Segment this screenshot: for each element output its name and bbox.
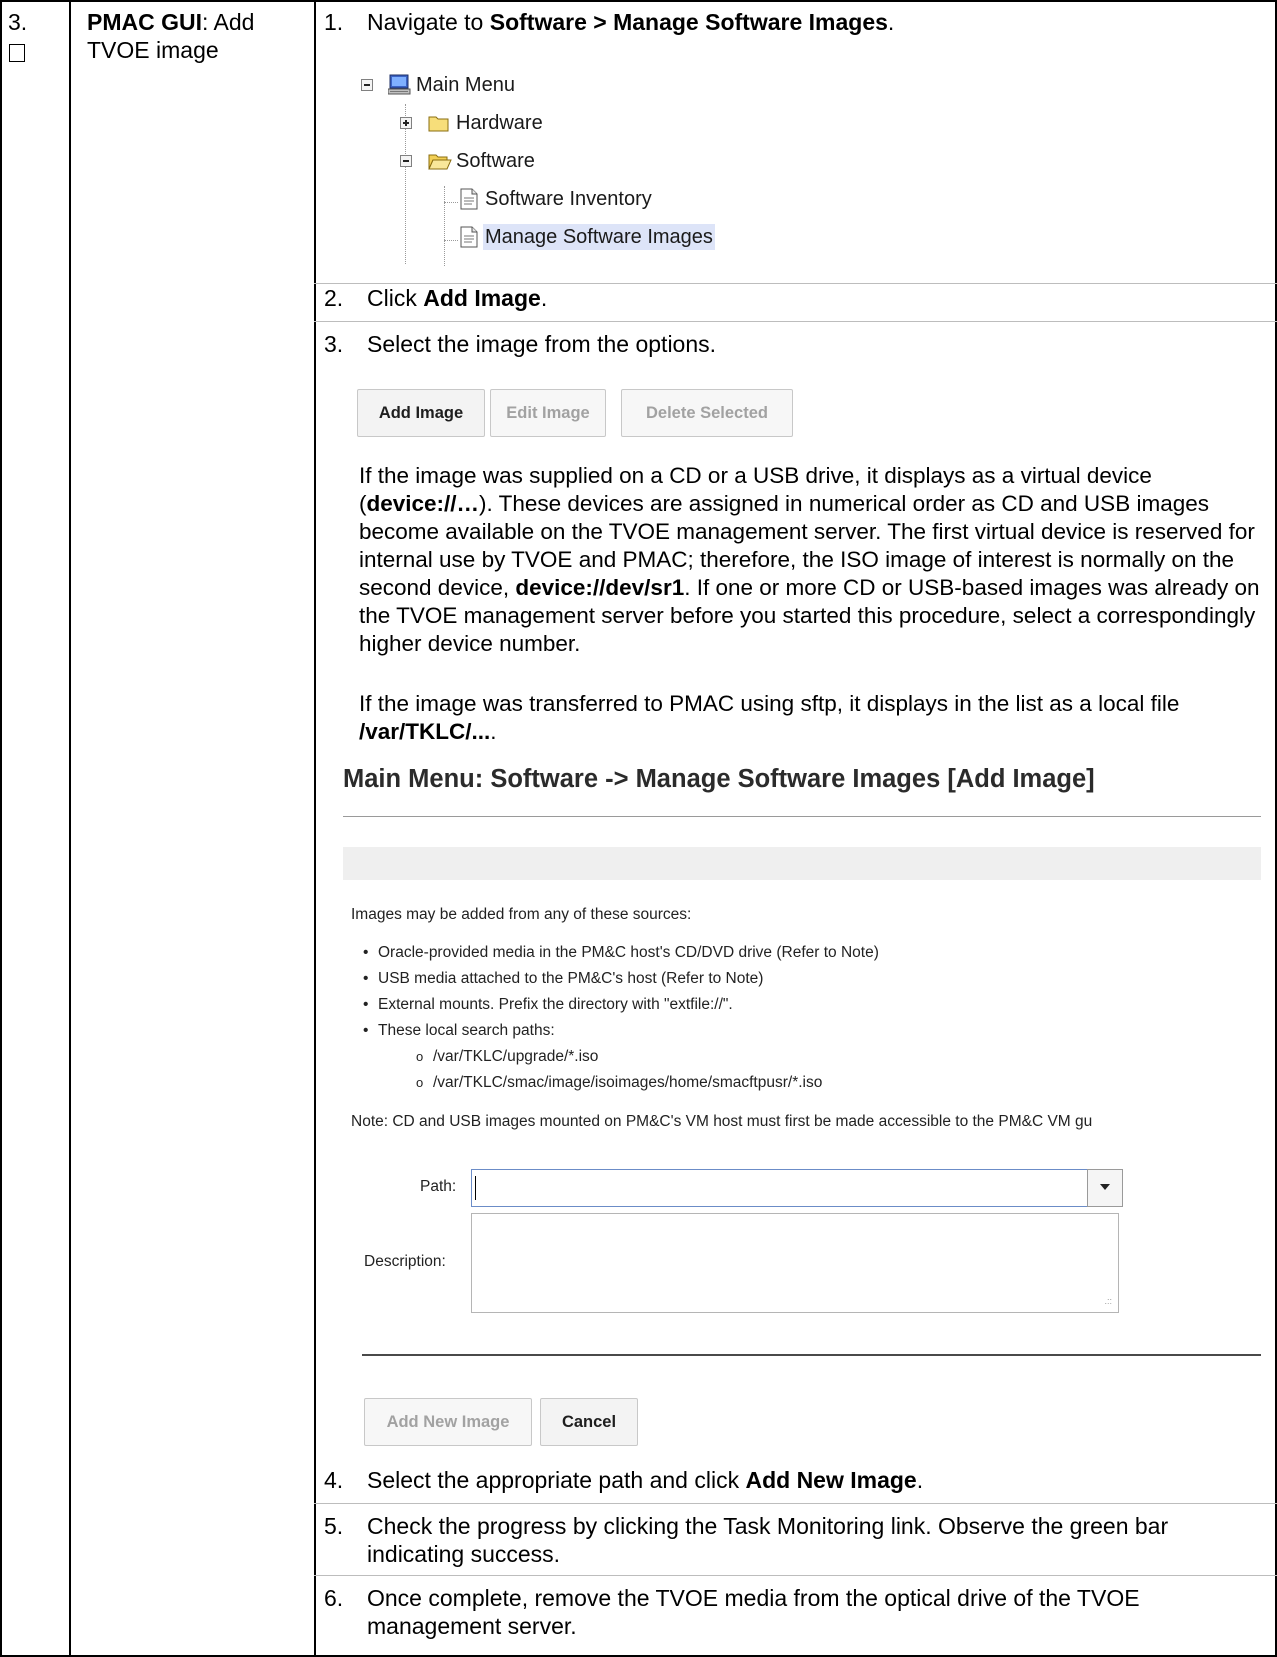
row-separator (314, 1575, 1277, 1576)
para1-bold-sr1: device://dev/sr1 (515, 575, 685, 600)
table-divider-1 (69, 0, 71, 1657)
device-explanation: If the image was supplied on a CD or a U… (359, 462, 1269, 658)
tree-label: Software (456, 150, 535, 172)
edit-image-button[interactable]: Edit Image (490, 389, 606, 437)
para2-text-c: . (490, 719, 497, 744)
instruction-number: 6. (324, 1585, 344, 1611)
para2-bold-path: /var/TKLC/... (359, 719, 491, 744)
instruction-1-bold: Software > Manage Software Images (489, 9, 888, 35)
tree-guide (444, 240, 458, 241)
cancel-button[interactable]: Cancel (540, 1398, 638, 1446)
instruction-4-bold: Add New Image (745, 1467, 917, 1493)
instruction-2-post: . (540, 285, 548, 311)
source-item: Oracle-provided media in the PM&C host's… (363, 944, 879, 962)
folder-icon (428, 113, 450, 139)
path-input[interactable] (471, 1169, 1122, 1207)
vm-note: Note: CD and USB images mounted on PM&C'… (351, 1113, 1093, 1130)
sources-intro: Images may be added from any of these so… (351, 906, 692, 923)
instruction-text: Click Add Image. (367, 284, 1267, 312)
table-divider-2 (314, 0, 316, 1657)
row-separator (314, 1503, 1277, 1504)
tree-label: Software Inventory (485, 188, 652, 210)
sftp-explanation: If the image was transferred to PMAC usi… (359, 690, 1269, 746)
description-textarea[interactable]: .:: (471, 1213, 1119, 1313)
instruction-text: Select the appropriate path and click Ad… (367, 1466, 1267, 1494)
instruction-number: 2. (324, 285, 344, 311)
para1-bold-device: device://… (366, 491, 480, 516)
instruction-4-pre: Select the appropriate path and click (367, 1467, 746, 1493)
step-number: 3. (8, 9, 28, 35)
path-dropdown-button[interactable] (1087, 1169, 1123, 1207)
main-menu-tree: Main Menu Hardware Software Software Inv… (358, 64, 758, 268)
text-caret (475, 1176, 476, 1200)
tree-label: Main Menu (416, 74, 515, 96)
instruction-1-post: . (887, 9, 895, 35)
source-item: External mounts. Prefix the directory wi… (363, 996, 733, 1014)
search-path-item: /var/TKLC/upgrade/*.iso (416, 1048, 598, 1066)
tree-label-selected: Manage Software Images (483, 224, 715, 250)
step-checkbox[interactable] (9, 44, 25, 62)
instruction-text: Once complete, remove the TVOE media fro… (367, 1585, 1140, 1639)
computer-icon (387, 74, 412, 103)
table-border-top (0, 0, 1277, 2)
instruction-1-pre: Navigate to (367, 9, 490, 35)
add-image-button[interactable]: Add Image (357, 389, 485, 437)
instruction-text: Check the progress by clicking the Task … (367, 1513, 1169, 1567)
instruction-number: 4. (324, 1467, 344, 1493)
instruction-text: Navigate to Software > Manage Software I… (367, 8, 1267, 36)
expand-icon[interactable] (400, 117, 412, 129)
delete-selected-button[interactable]: Delete Selected (621, 389, 793, 437)
para2-text-a: If the image was transferred to PMAC usi… (359, 691, 1180, 716)
resize-grip-icon[interactable]: .:: (1104, 1296, 1112, 1306)
instruction-number: 3. (324, 331, 344, 357)
page-icon (460, 188, 478, 217)
add-new-image-button[interactable]: Add New Image (364, 1398, 532, 1446)
collapse-icon[interactable] (400, 155, 412, 167)
instruction-4-post: . (916, 1467, 924, 1493)
form-footer-rule (362, 1354, 1261, 1356)
instruction-2-pre: Click (367, 285, 424, 311)
page-icon (460, 226, 478, 255)
tree-label: Hardware (456, 112, 543, 134)
form-header-band (343, 847, 1261, 880)
description-label: Description: (364, 1253, 446, 1270)
instruction-2-bold: Add Image (423, 285, 541, 311)
form-title-rule (343, 816, 1261, 817)
path-label: Path: (420, 1178, 457, 1195)
source-item: These local search paths: (363, 1022, 555, 1040)
instruction-number: 1. (324, 9, 344, 35)
collapse-icon[interactable] (361, 79, 373, 91)
tree-guide (444, 202, 458, 203)
form-page-title: Main Menu: Software -> Manage Software I… (343, 765, 1095, 793)
search-path-item: /var/TKLC/smac/image/isoimages/home/smac… (416, 1074, 822, 1092)
tree-guide (444, 186, 445, 266)
row-separator (314, 321, 1277, 322)
open-folder-icon (428, 151, 452, 177)
source-item: USB media attached to the PM&C's host (R… (363, 970, 763, 988)
step-title: PMAC GUI: Add TVOE image (87, 8, 297, 64)
instruction-text: Select the image from the options. (367, 331, 717, 357)
table-border-left (0, 0, 2, 1657)
instruction-number: 5. (324, 1513, 344, 1539)
step-title-bold: PMAC GUI (87, 9, 202, 35)
